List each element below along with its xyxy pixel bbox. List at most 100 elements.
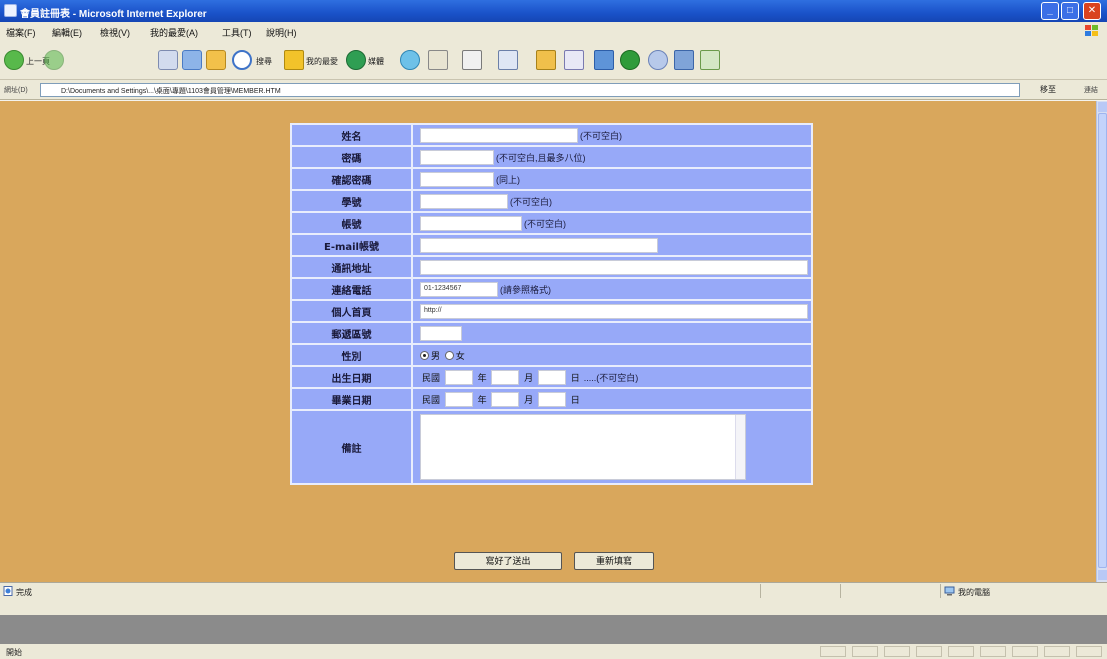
birth-month-input[interactable] xyxy=(491,369,520,385)
email-cell xyxy=(412,234,812,256)
messenger-icon[interactable] xyxy=(564,50,584,70)
history-icon[interactable] xyxy=(400,50,420,70)
minimize-button[interactable]: _ xyxy=(1041,2,1059,20)
name-input[interactable] xyxy=(420,127,578,143)
gender-male-label: 男 xyxy=(431,350,441,361)
back-icon[interactable] xyxy=(4,50,24,70)
menu-view[interactable]: 檢視(V) xyxy=(100,26,130,39)
form-row-gender: 性別 男 女 xyxy=(291,344,812,366)
menu-file[interactable]: 檔案(F) xyxy=(6,26,36,39)
title-bar: 會員註冊表 - Microsoft Internet Explorer _ □ … xyxy=(0,0,1107,22)
submit-button[interactable]: 寫好了送出 xyxy=(454,552,562,570)
birthdate-cell: 民國 年 月 日 .....(不可空白) xyxy=(412,366,812,388)
media-icon[interactable] xyxy=(346,50,366,70)
address-input[interactable]: D:\Documents and Settings\...\桌面\專題\1103… xyxy=(40,83,1020,97)
gender-male-radio[interactable] xyxy=(420,350,429,360)
address-cell xyxy=(412,256,812,278)
media-label[interactable]: 媒體 xyxy=(368,56,384,67)
form-row-name: 姓名 (不可空白) xyxy=(291,124,812,146)
calendar-icon[interactable] xyxy=(674,50,694,70)
password-input[interactable] xyxy=(420,149,494,165)
taskbar-cell[interactable] xyxy=(948,646,974,657)
form-row-student-id: 學號 (不可空白) xyxy=(291,190,812,212)
window-title: 會員註冊表 - Microsoft Internet Explorer xyxy=(20,9,207,20)
security-zone: 我的電腦 xyxy=(958,588,990,597)
taskbar-cell[interactable] xyxy=(1044,646,1070,657)
scroll-up-arrow[interactable] xyxy=(1098,102,1107,112)
desktop-band xyxy=(0,615,1107,644)
menu-favorites[interactable]: 我的最愛(A) xyxy=(150,26,198,39)
grad-era-label: 民國 xyxy=(422,394,441,405)
grad-day-input[interactable] xyxy=(537,391,566,407)
phone-input[interactable]: 01-1234567 xyxy=(420,281,498,297)
search-icon[interactable] xyxy=(232,50,252,70)
confirm-password-input[interactable] xyxy=(420,171,494,187)
print-icon[interactable] xyxy=(462,50,482,70)
graduation-date-cell: 民國 年 月 日 xyxy=(412,388,812,410)
page-icon xyxy=(3,586,13,596)
menu-edit[interactable]: 編輯(E) xyxy=(52,26,82,39)
name-label: 姓名 xyxy=(291,124,412,146)
mailing-address-input[interactable] xyxy=(420,259,808,275)
go-button[interactable]: 移至 xyxy=(1040,84,1076,97)
gender-female-label: 女 xyxy=(455,350,465,361)
scroll-down-arrow[interactable] xyxy=(1098,570,1107,580)
taskbar-cell[interactable] xyxy=(884,646,910,657)
taskbar-cell[interactable] xyxy=(820,646,846,657)
reset-button[interactable]: 重新填寫 xyxy=(574,552,654,570)
close-button[interactable]: ✕ xyxy=(1083,2,1101,20)
earth-icon[interactable] xyxy=(620,50,640,70)
taskbar-cell[interactable] xyxy=(1012,646,1038,657)
discuss-icon[interactable] xyxy=(648,50,668,70)
stop-icon[interactable] xyxy=(158,50,178,70)
home-icon[interactable] xyxy=(206,50,226,70)
form-row-phone: 連絡電話 01-1234567 (請參照格式) xyxy=(291,278,812,300)
menu-tools[interactable]: 工具(T) xyxy=(222,26,252,39)
scroll-thumb[interactable] xyxy=(1098,113,1107,568)
taskbar-label[interactable]: 開始 xyxy=(6,647,22,658)
account-input[interactable] xyxy=(420,215,522,231)
gender-female-radio[interactable] xyxy=(444,350,454,360)
form-row-email: E-mail帳號 xyxy=(291,234,812,256)
maximize-button[interactable]: □ xyxy=(1061,2,1079,20)
remarks-textarea[interactable] xyxy=(420,414,746,480)
taskbar-cell[interactable] xyxy=(916,646,942,657)
birth-day-input[interactable] xyxy=(537,369,566,385)
favorites-icon[interactable] xyxy=(284,50,304,70)
student-id-input[interactable] xyxy=(420,193,508,209)
research-icon[interactable] xyxy=(594,50,614,70)
homepage-label: 個人首頁 xyxy=(291,300,412,322)
address-bar: 網址(D) D:\Documents and Settings\...\桌面\專… xyxy=(0,80,1107,100)
toolbar: 上一頁 搜尋 我的最愛 媒體 xyxy=(0,40,1107,80)
zipcode-input[interactable] xyxy=(420,325,462,341)
grad-month-label: 月 xyxy=(524,394,534,405)
favorites-label[interactable]: 我的最愛 xyxy=(306,56,338,67)
confirm-password-label: 確認密碼 xyxy=(291,168,412,190)
remarks-scrollbar[interactable] xyxy=(735,415,745,479)
folder-icon[interactable] xyxy=(536,50,556,70)
grad-year-input[interactable] xyxy=(444,391,473,407)
homepage-input[interactable]: http:// xyxy=(420,303,808,319)
form-row-account: 帳號 (不可空白) xyxy=(291,212,812,234)
taskbar-cell[interactable] xyxy=(1076,646,1102,657)
grad-month-input[interactable] xyxy=(491,391,520,407)
menu-help[interactable]: 說明(H) xyxy=(266,26,297,39)
email-input[interactable] xyxy=(420,237,658,253)
links-button[interactable]: 連結 xyxy=(1084,85,1098,95)
taskbar-cell[interactable] xyxy=(980,646,1006,657)
ie-icon xyxy=(4,4,17,17)
page-scrollbar[interactable] xyxy=(1096,101,1107,582)
birth-year-input[interactable] xyxy=(444,369,473,385)
search-label[interactable]: 搜尋 xyxy=(256,56,272,67)
edit-icon[interactable] xyxy=(498,50,518,70)
refresh-icon[interactable] xyxy=(182,50,202,70)
mail-icon[interactable] xyxy=(428,50,448,70)
forward-icon[interactable] xyxy=(44,50,64,70)
form-row-address: 通訊地址 xyxy=(291,256,812,278)
taskbar-cell[interactable] xyxy=(852,646,878,657)
money-icon[interactable] xyxy=(700,50,720,70)
grad-day-label: 日 xyxy=(570,394,580,405)
email-label: E-mail帳號 xyxy=(291,234,412,256)
account-note: (不可空白) xyxy=(524,218,566,229)
account-cell: (不可空白) xyxy=(412,212,812,234)
